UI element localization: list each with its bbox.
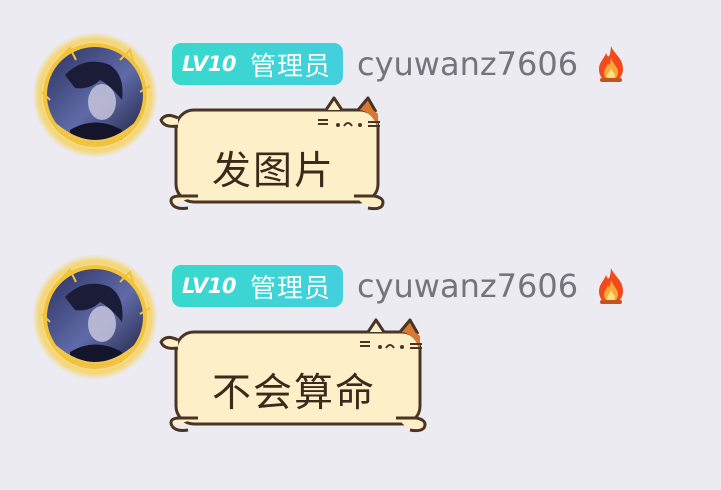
username[interactable]: cyuwanz7606 bbox=[357, 267, 578, 305]
fire-icon bbox=[599, 46, 624, 82]
level-label: LV10 bbox=[182, 274, 236, 298]
level-label: LV10 bbox=[182, 52, 236, 76]
avatar[interactable] bbox=[30, 252, 160, 382]
avatar[interactable] bbox=[30, 30, 160, 160]
chat-message: LV10 管理员 cyuwanz7606 发图片 bbox=[0, 0, 721, 230]
fire-icon bbox=[599, 268, 624, 304]
message-text: 发图片 bbox=[212, 149, 336, 194]
message-text: 不会算命 bbox=[212, 371, 377, 416]
message-bubble[interactable]: 发图片 bbox=[158, 96, 388, 220]
chat-message: LV10 管理员 cyuwanz7606 不会算命 bbox=[0, 222, 721, 452]
message-bubble[interactable]: 不会算命 bbox=[158, 318, 430, 442]
role-label: 管理员 bbox=[249, 273, 331, 304]
level-badge[interactable]: LV10 管理员 bbox=[172, 265, 343, 307]
message-header: LV10 管理员 cyuwanz7606 bbox=[172, 264, 628, 308]
level-badge[interactable]: LV10 管理员 bbox=[172, 43, 343, 85]
message-header: LV10 管理员 cyuwanz7606 bbox=[172, 42, 628, 86]
username[interactable]: cyuwanz7606 bbox=[357, 45, 578, 83]
role-label: 管理员 bbox=[249, 51, 331, 82]
